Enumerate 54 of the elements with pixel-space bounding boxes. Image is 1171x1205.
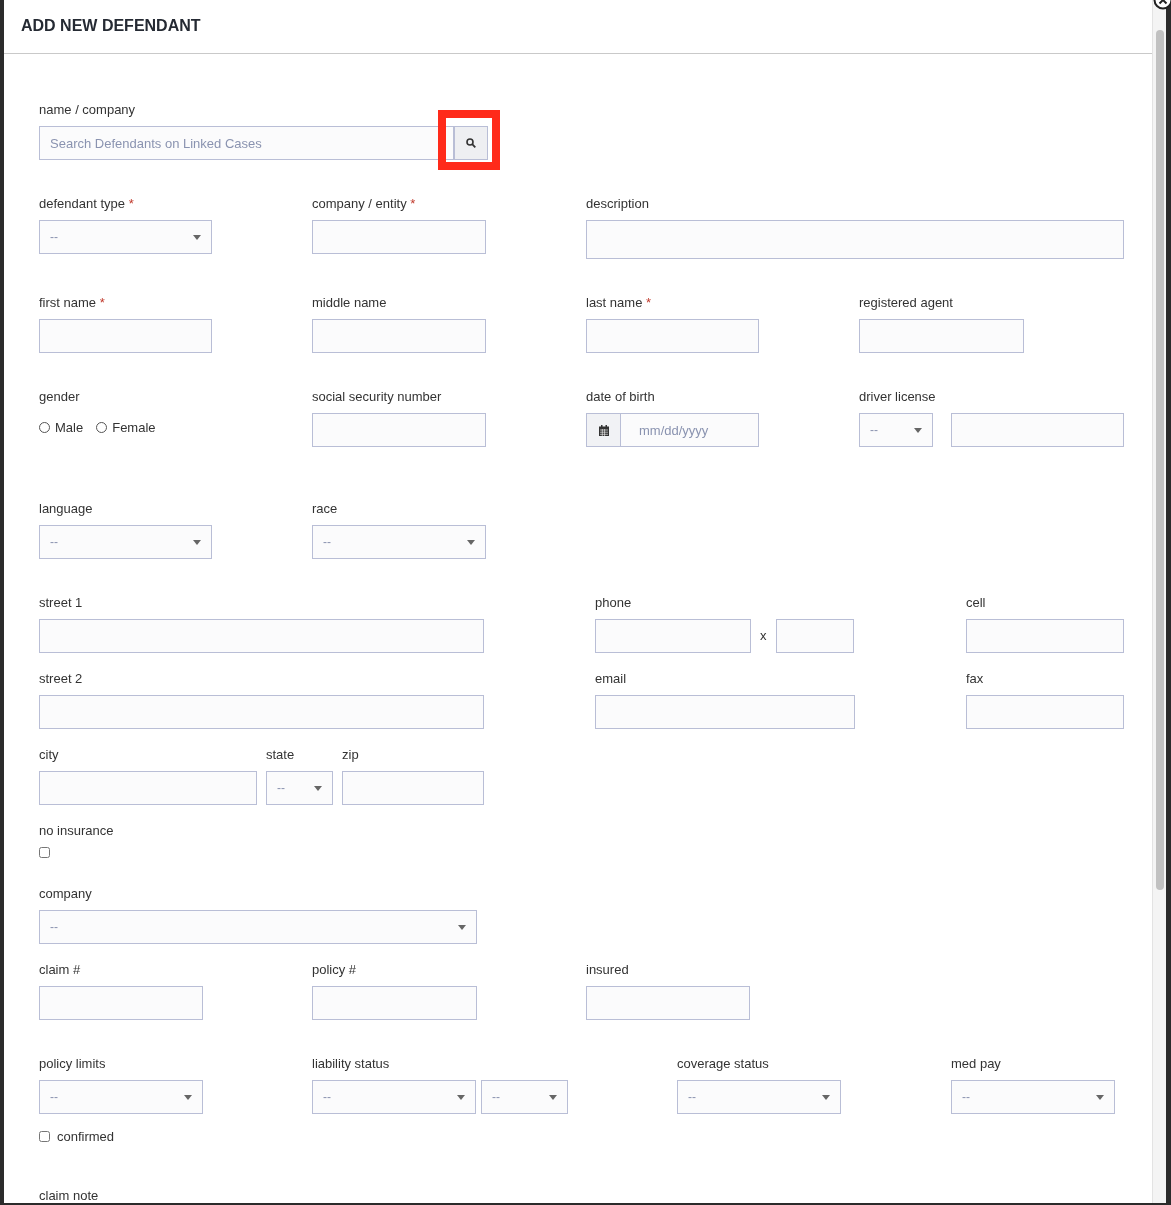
- field-label: first name *: [39, 295, 105, 311]
- dropdown[interactable]: --: [859, 413, 933, 447]
- radio-label: Male: [55, 419, 84, 437]
- field-label: liability status: [312, 1056, 390, 1072]
- field-label: email: [595, 671, 627, 687]
- field-label: street 1: [39, 595, 83, 611]
- field-label: policy limits: [39, 1056, 106, 1072]
- field-label: defendant type *: [39, 196, 134, 212]
- dropdown[interactable]: --: [312, 525, 486, 559]
- field-label: coverage status: [677, 1056, 769, 1072]
- dropdown[interactable]: --: [39, 525, 212, 559]
- field-label: company: [39, 886, 92, 902]
- field-label: company / entity *: [312, 196, 416, 212]
- checkbox-label: confirmed: [57, 1128, 115, 1146]
- dropdown[interactable]: --: [677, 1080, 841, 1114]
- dropdown[interactable]: --: [312, 1080, 476, 1114]
- separator-text: x: [760, 627, 767, 646]
- dialog-title: ADD NEW DEFENDANT: [21, 16, 202, 36]
- field-label: claim #: [39, 962, 81, 978]
- search-field[interactable]: Search Defendants on Linked Cases: [39, 126, 454, 160]
- date-field[interactable]: mm/dd/yyyy: [620, 413, 759, 447]
- field-label: state: [266, 747, 295, 763]
- field-label: social security number: [312, 389, 442, 405]
- field-label: insured: [586, 962, 629, 978]
- dropdown[interactable]: --: [266, 771, 333, 805]
- field-label: date of birth: [586, 389, 655, 405]
- field-label: driver license: [859, 389, 936, 405]
- field-label: policy #: [312, 962, 357, 978]
- field-label: description: [586, 196, 649, 212]
- field-label: race: [312, 501, 338, 517]
- field-label: last name *: [586, 295, 652, 311]
- radio-option[interactable]: Male: [39, 418, 84, 438]
- field-label: no insurance: [39, 823, 114, 839]
- dropdown[interactable]: --: [39, 220, 212, 254]
- dropdown[interactable]: --: [39, 1080, 203, 1114]
- field-label: med pay: [951, 1056, 1001, 1072]
- field-label: claim note: [39, 1188, 99, 1203]
- field-label: language: [39, 501, 93, 517]
- field-label: name / company: [39, 102, 136, 118]
- dropdown[interactable]: --: [481, 1080, 568, 1114]
- field-label: gender: [39, 389, 80, 405]
- radio-label: Female: [112, 419, 156, 437]
- field-label: zip: [342, 747, 359, 763]
- dropdown[interactable]: --: [951, 1080, 1115, 1114]
- field-label: registered agent: [859, 295, 953, 311]
- radio-option[interactable]: Female: [96, 418, 156, 438]
- field-label: cell: [966, 595, 986, 611]
- checkbox-option[interactable]: confirmed: [39, 1127, 115, 1147]
- field-label: street 2: [39, 671, 83, 687]
- dropdown[interactable]: --: [39, 910, 477, 944]
- field-label: phone: [595, 595, 632, 611]
- field-label: city: [39, 747, 59, 763]
- field-label: fax: [966, 671, 984, 687]
- field-label: middle name: [312, 295, 387, 311]
